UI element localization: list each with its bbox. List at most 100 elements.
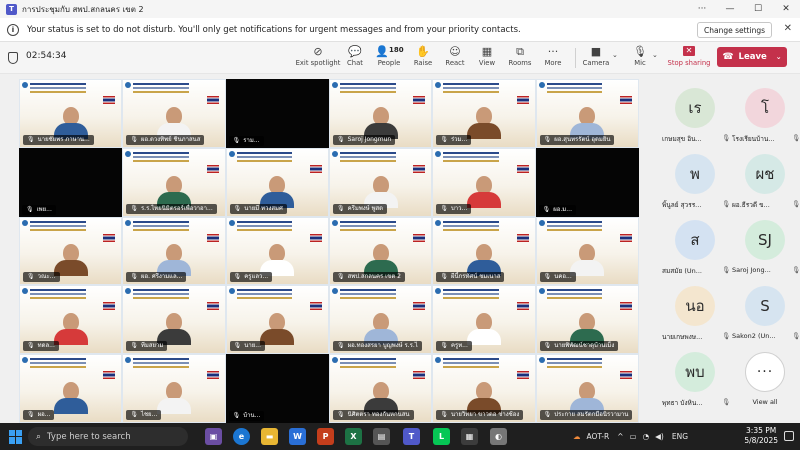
- video-tile[interactable]: 🎙 ผอ.ดวงทิพย์ ชินภาสนส: [123, 80, 225, 147]
- screen-icon[interactable]: ▭: [630, 432, 637, 441]
- taskbar-app-icon-2[interactable]: ▦: [461, 428, 478, 445]
- participant-name: ผอ.ม...: [553, 205, 572, 213]
- video-tile[interactable]: 🎙 ราม...: [225, 79, 329, 148]
- participant-avatar-tile[interactable]: เร เกษมสุข อิน... 🎙: [660, 82, 730, 148]
- video-tile[interactable]: 🎙 เพย...: [19, 147, 123, 217]
- participant-name: พิ้นูลย์ สุวรร...: [662, 201, 702, 209]
- wifi-icon[interactable]: ◔: [643, 432, 650, 441]
- participant-avatar-tile[interactable]: SJ Saroj Jong... 🎙: [730, 214, 800, 280]
- avatar: พบ: [675, 352, 715, 392]
- excel-app-icon[interactable]: X: [345, 428, 362, 445]
- video-tile[interactable]: 🎙 ผอ.สุนทรรัตน์ อุดมยิน: [536, 80, 638, 147]
- participant-name-tag: 🎙 ไชย...: [126, 409, 162, 420]
- video-tile[interactable]: 🎙 ครูแลว...: [226, 217, 328, 285]
- weather-icon[interactable]: ☁: [573, 432, 581, 441]
- leave-options-chevron-icon[interactable]: ⌄: [776, 53, 782, 61]
- view-button[interactable]: ▦ View: [477, 44, 497, 72]
- people-icon: 👤: [375, 45, 389, 58]
- video-tile[interactable]: 🎙 นิศิตตรา ทองกันหกนสน: [330, 355, 432, 422]
- exit-spotlight-button[interactable]: ⊘ Exit spotlight: [296, 44, 341, 72]
- video-tile[interactable]: 🎙 นายมี ทวงสมศ: [226, 148, 328, 216]
- taskbar-app-icon-3[interactable]: ◐: [490, 428, 507, 445]
- rooms-button[interactable]: ⧉ Rooms: [508, 44, 532, 72]
- line-app-icon[interactable]: L: [433, 428, 450, 445]
- widgets-app-icon[interactable]: ▣: [205, 428, 222, 445]
- thai-flag-icon: [516, 302, 529, 311]
- video-tile[interactable]: 🎙 ผอ. ศรีงามแล...: [123, 217, 225, 285]
- video-tile[interactable]: 🎙 นาย...: [226, 286, 328, 354]
- video-tile[interactable]: 🎙 Saroj Jongmun: [330, 80, 432, 147]
- language-indicator[interactable]: ENG: [672, 432, 688, 441]
- close-window-button[interactable]: ✕: [772, 0, 800, 18]
- window-title: การประชุมกับ สพป.สกลนคร เขต 2: [22, 4, 144, 14]
- teams-taskbar-icon[interactable]: T: [403, 428, 420, 445]
- notification-icon[interactable]: [784, 431, 794, 441]
- avatar: นอ: [675, 286, 715, 326]
- avatar: เร: [675, 88, 715, 128]
- participant-avatar-tile[interactable]: ผช ผอ.ธีรวดี ข... 🎙: [730, 148, 800, 214]
- video-tile[interactable]: 🎙 วณะ...: [20, 217, 122, 285]
- stop-sharing-button[interactable]: ✕ Stop sharing: [668, 44, 710, 72]
- participant-name-tag: 🎙 นายพิพัฒน์ชาดุบ้านเม็ง: [539, 341, 619, 352]
- video-tile[interactable]: 🎙 บาว...: [433, 148, 535, 216]
- participant-avatar-tile[interactable]: S Sakon2 (Un... 🎙: [730, 280, 800, 346]
- change-settings-button[interactable]: Change settings: [696, 22, 772, 38]
- edge-browser-icon[interactable]: e: [233, 428, 250, 445]
- video-tile[interactable]: 🎙 ผอ.ทองสรยา บูญพงษ์ ร.ร.ไ: [330, 286, 432, 354]
- react-button[interactable]: ☺ React: [444, 44, 466, 72]
- video-tile[interactable]: 🎙 ครูท...: [433, 286, 535, 354]
- taskbar-search-box[interactable]: ⌕ Type here to search: [28, 427, 188, 446]
- muted-mic-icon: 🎙: [130, 135, 138, 143]
- video-tile[interactable]: 🎙 ทีมสยาม: [123, 286, 225, 354]
- file-explorer-icon[interactable]: ▬: [261, 428, 278, 445]
- leave-button[interactable]: ☎ Leave ⌄: [717, 47, 787, 67]
- windows-start-icon[interactable]: [9, 429, 23, 444]
- taskbar-clock[interactable]: 3:35 PM 5/8/2025: [744, 426, 778, 446]
- volume-icon[interactable]: ◀): [655, 432, 664, 441]
- camera-button[interactable]: ■ Camera: [583, 44, 610, 72]
- video-tile[interactable]: 🎙 ผอ.ม...: [535, 147, 639, 217]
- video-tile[interactable]: 🎙 นายพิพัฒน์ชาดุบ้านเม็ง: [536, 286, 638, 354]
- chat-button[interactable]: 💬 Chat: [343, 44, 367, 72]
- participant-avatar-tile[interactable]: พบ พุทธา บังหิน... 🎙: [660, 346, 730, 412]
- video-tile[interactable]: 🎙 ร่วม...: [433, 80, 535, 147]
- video-tile[interactable]: 🎙 ทดล...: [20, 286, 122, 354]
- muted-mic-icon: 🎙: [543, 342, 552, 350]
- participant-avatar-tile[interactable]: นอ นายเกษพงษ... 🎙: [660, 280, 730, 346]
- taskbar-app-icon[interactable]: ▤: [373, 428, 390, 445]
- video-tile[interactable]: 🎙 ผอ...: [20, 355, 122, 422]
- mic-options-chevron-icon[interactable]: ⌄: [652, 51, 658, 59]
- tray-chevron-icon[interactable]: ^: [617, 432, 623, 441]
- more-options-icon[interactable]: ···: [688, 0, 716, 18]
- participant-name: ประกาย สมรัตกมือนิรวามาน: [554, 410, 629, 418]
- people-button[interactable]: 👤 180 People: [374, 44, 404, 72]
- video-tile[interactable]: 🎙 นายชัยพร ภาษาน...: [20, 80, 122, 147]
- dismiss-banner-icon[interactable]: ✕: [784, 23, 792, 34]
- avatar: ผช: [745, 154, 785, 194]
- mic-button[interactable]: 🎙 Mic: [632, 44, 648, 72]
- thai-flag-icon: [516, 371, 529, 380]
- view-all-button[interactable]: ··· View all: [730, 346, 800, 412]
- network-name[interactable]: AOT-R: [587, 432, 610, 441]
- powerpoint-app-icon[interactable]: P: [317, 428, 334, 445]
- thai-flag-icon: [206, 164, 219, 173]
- minimize-button[interactable]: —: [716, 0, 744, 18]
- more-button[interactable]: ··· More: [543, 44, 563, 72]
- maximize-button[interactable]: ☐: [744, 0, 772, 18]
- video-tile[interactable]: 🎙 บ้าน...: [225, 354, 329, 423]
- participant-avatar-tile[interactable]: พพิ้นูลย์ สุวรร... 🎙: [660, 148, 730, 214]
- video-tile[interactable]: 🎙 นายวิทยา ขาวดอ ช่างช้อง: [433, 355, 535, 422]
- participant-avatar-tile[interactable]: สสมสมัย (Un... 🎙: [660, 214, 730, 280]
- video-tile[interactable]: 🎙 สพป.สกลนคร เขต 2: [330, 217, 432, 285]
- video-tile[interactable]: 🎙 ผีนี้กรทัศน์ ชมเนาส: [433, 217, 535, 285]
- word-app-icon[interactable]: W: [289, 428, 306, 445]
- participant-avatar-tile[interactable]: โโรงเรียนบ้าน... 🎙: [730, 82, 800, 148]
- participant-name-tag: 🎙 ผอ...: [23, 409, 55, 420]
- video-tile[interactable]: 🎙 ครีมพงษ์ พูสด: [330, 148, 432, 216]
- video-tile[interactable]: 🎙 ไชย...: [123, 355, 225, 422]
- video-tile[interactable]: 🎙 นคอ...: [536, 217, 638, 285]
- raise-hand-button[interactable]: ✋ Raise: [412, 44, 434, 72]
- video-tile[interactable]: 🎙 ประกาย สมรัตกมือนิรวามาน: [536, 355, 638, 422]
- video-tile[interactable]: 🎙 ร.ร.ไทยนิมิตรอร์เพื่อวาอา...: [123, 148, 225, 216]
- camera-options-chevron-icon[interactable]: ⌄: [612, 51, 618, 59]
